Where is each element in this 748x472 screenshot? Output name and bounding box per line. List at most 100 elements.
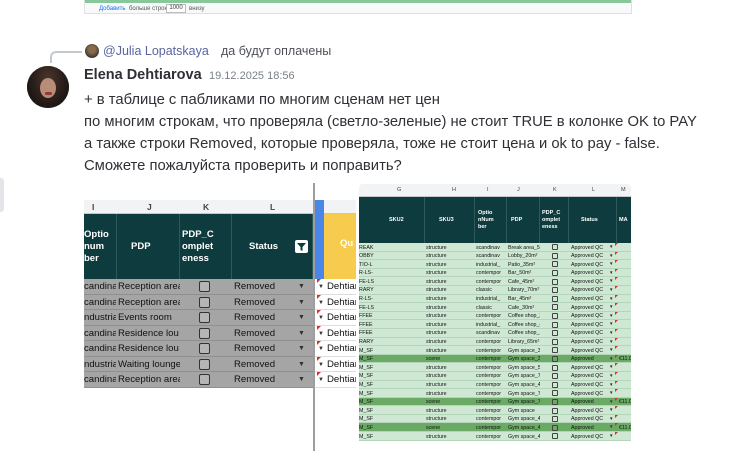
status-dropdown-arrow[interactable]: ▼ [609,287,613,292]
scrollbar-thumb[interactable] [0,178,4,212]
completeness-checkbox[interactable] [552,261,558,268]
completeness-checkbox[interactable] [552,381,558,388]
table-row[interactable]: ndustrial_Events room Removed ▼ [84,310,313,326]
completeness-checkbox[interactable] [552,338,558,345]
table-row[interactable]: M_SF scene contempor Gym space_4(Approved ▼ €… [359,423,631,433]
completeness-checkbox[interactable] [552,364,558,371]
table-row[interactable]: RARY structure contempor Library_65m² Approv… [359,337,631,347]
status-dropdown-arrow[interactable]: ▼ [609,304,613,309]
status-dropdown-arrow[interactable]: ▼ [609,433,613,438]
table-row[interactable]: candinavResidence lou Removed ▼ [84,325,313,341]
completeness-checkbox[interactable] [552,270,558,277]
status-dropdown-arrow[interactable]: ▼ [609,253,613,258]
completeness-checkbox[interactable] [552,244,558,251]
completeness-checkbox[interactable] [552,390,558,397]
previous-attachment-image[interactable]: Добавить больше строк 1000 внизу [84,0,632,14]
qu-cell[interactable]: ▼ Dehtiar [315,341,356,357]
status-dropdown-arrow[interactable]: ▼ [609,347,613,352]
table-row[interactable]: M_SF structure contempor Gym space_5(Approv… [359,363,631,372]
reply-preview-text[interactable]: да будут оплачены [221,44,331,58]
qu-cell[interactable]: ▼ Dehtiar [315,372,356,388]
status-dropdown-arrow[interactable]: ▼ [609,330,613,335]
status-dropdown-arrow[interactable]: ▼ [609,356,613,361]
table-row[interactable]: candinavReception area Removed ▼ [84,279,313,295]
table-row[interactable]: candinavResidence lou Removed ▼ [84,341,313,357]
table-row[interactable]: OBBY structure scandinav Lobby_20m² Approved… [359,251,631,261]
status-dropdown-arrow[interactable]: ▼ [609,382,613,387]
status-dropdown-arrow[interactable]: ▼ [609,278,613,283]
table-row[interactable]: M_SF structure contempor Gym space_7(Approv… [359,389,631,398]
status-dropdown-arrow[interactable]: ▼ [609,321,613,326]
completeness-checkbox[interactable] [199,343,210,354]
table-row[interactable]: R-LS-structure contempor Bar_50m² Approved … [359,268,631,278]
qu-cell[interactable]: ▼ Dehtiar [315,294,356,310]
status-dropdown-arrow[interactable]: ▼ [609,373,613,378]
completeness-checkbox[interactable] [199,374,210,385]
status-dropdown-arrow[interactable]: ▼ [298,314,305,321]
table-row[interactable]: M_SF scene contempor Gym space_7(Approved ▼ €… [359,397,631,407]
completeness-checkbox[interactable] [552,330,558,337]
status-dropdown-arrow[interactable]: ▼ [298,283,305,290]
completeness-checkbox[interactable] [199,327,210,339]
completeness-checkbox[interactable] [199,312,210,323]
attachment-image-approved-rows[interactable]: G H I J K L M SKU2 SKU3 Optio nNum ber P… [359,184,631,452]
completeness-checkbox[interactable] [199,296,210,308]
table-row[interactable]: R-LS-structure industrial_ Bar_45m² Approve… [359,294,631,304]
completeness-checkbox[interactable] [552,416,558,423]
table-row[interactable]: candinavReception area Removed ▼ [84,294,313,310]
table-row[interactable]: M_SF scene contempor Gym space_3(Approved ▼ €… [359,354,631,364]
table-row[interactable]: TIO-L structure industrial_ Patio_35m² Appro… [359,260,631,269]
filter-icon[interactable] [295,240,308,253]
qu-cell[interactable]: ▼ Dehtiar [315,310,356,326]
completeness-checkbox[interactable] [552,347,558,354]
table-row[interactable]: M_SF structure contempor Gym space_4(Approv… [359,432,631,441]
status-dropdown-arrow[interactable]: ▼ [298,299,305,306]
completeness-checkbox[interactable] [552,398,558,405]
qu-cell[interactable]: ▼ Dehtiar [315,325,356,341]
table-row[interactable]: candinavReception area Removed ▼ [84,372,313,388]
status-dropdown-arrow[interactable]: ▼ [609,416,613,421]
attachment-image-removed-rows[interactable]: I J K L Optio num ber PDP PDP_C omplet e… [84,183,356,451]
qu-dropdown-arrow[interactable]: ▼ [318,362,324,368]
completeness-checkbox[interactable] [552,304,558,311]
table-row[interactable]: RARY structure classic Library_70m² Approved… [359,285,631,295]
status-dropdown-arrow[interactable]: ▼ [609,390,613,395]
completeness-checkbox[interactable] [552,356,558,363]
completeness-checkbox[interactable] [552,295,558,302]
status-dropdown-arrow[interactable]: ▼ [298,345,305,352]
table-row[interactable]: FFEE structure scandinav Coffee shop_1 Appro… [359,328,631,338]
table-row[interactable]: FE-LS structure classic Cafe_30m² Approved Q… [359,303,631,312]
status-dropdown-arrow[interactable]: ▼ [298,361,305,368]
completeness-checkbox[interactable] [552,287,558,294]
completeness-checkbox[interactable] [552,321,558,328]
reply-avatar[interactable] [85,44,99,58]
table-row[interactable]: REAK structure scandinav Break area_50 Appro… [359,243,631,252]
table-row[interactable]: M_SF structure contempor Gym space_4(Approv… [359,380,631,390]
status-dropdown-arrow[interactable]: ▼ [298,376,305,383]
qu-dropdown-arrow[interactable]: ▼ [318,346,324,352]
completeness-checkbox[interactable] [199,358,210,370]
qu-dropdown-arrow[interactable]: ▼ [318,300,324,306]
completeness-checkbox[interactable] [552,278,558,285]
table-row[interactable]: FFEE structure industrial_ Coffee shop_4 App… [359,320,631,329]
table-row[interactable]: M_SF structure contempor Gym space_3(Approv… [359,346,631,355]
qu-dropdown-arrow[interactable]: ▼ [318,315,324,321]
table-row[interactable]: FE-LS structure contempor Cafe_45m² Approved… [359,277,631,286]
status-dropdown-arrow[interactable]: ▼ [609,364,613,369]
completeness-checkbox[interactable] [552,313,558,320]
author-avatar[interactable] [27,66,69,108]
table-row[interactable]: FFEE structure contempor Coffee shop_3 Appro… [359,311,631,321]
completeness-checkbox[interactable] [552,373,558,380]
completeness-checkbox[interactable] [552,407,558,414]
status-dropdown-arrow[interactable]: ▼ [298,330,305,337]
status-dropdown-arrow[interactable]: ▼ [609,339,613,344]
table-row[interactable]: M_SF structure contempor Gym space_4(Approv… [359,414,631,424]
qu-dropdown-arrow[interactable]: ▼ [318,377,324,383]
completeness-checkbox[interactable] [199,281,210,292]
status-dropdown-arrow[interactable]: ▼ [609,270,613,275]
reply-mention[interactable]: @Julia Lopatskaya [103,44,209,58]
table-row[interactable]: M_SF structure contempor Gym space_7(Approv… [359,371,631,381]
qu-dropdown-arrow[interactable]: ▼ [318,331,324,337]
status-dropdown-arrow[interactable]: ▼ [609,261,613,266]
completeness-checkbox[interactable] [552,252,558,259]
